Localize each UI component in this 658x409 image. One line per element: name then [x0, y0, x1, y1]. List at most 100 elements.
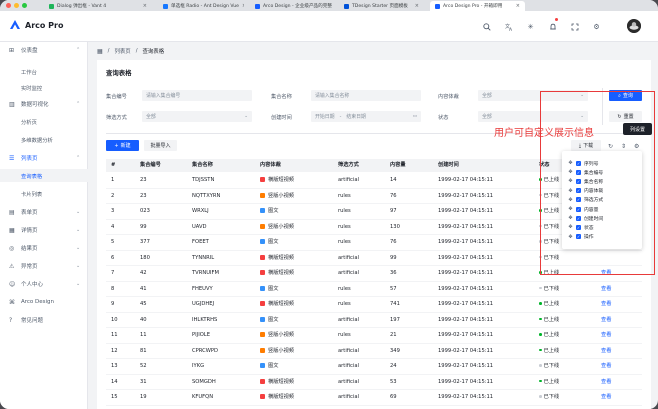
column-header: 集合编号 — [140, 162, 161, 168]
browser-tab[interactable]: 单选框 Radio - Ant Design Vue× — [158, 1, 244, 11]
content-type-cell: 横版短视频 — [260, 390, 294, 405]
app-logo[interactable]: Arco Pro — [9, 19, 63, 31]
detail-icon: ▦ — [9, 226, 15, 234]
sidebar-item[interactable]: 多维数据分析 — [0, 133, 88, 146]
created-time-cell: 1999-02-17 04:15:11 — [438, 363, 494, 369]
sidebar-group-user[interactable]: ☺ 个人中心 ⌄ — [0, 277, 88, 291]
filter-type-select[interactable]: 全部 ⌄ — [142, 111, 252, 122]
minimize-window-icon[interactable] — [14, 3, 19, 8]
sidebar-group-label: 数据可视化 — [21, 102, 49, 108]
maximize-window-icon[interactable] — [22, 3, 27, 8]
view-link[interactable]: 查看 — [601, 375, 611, 390]
sidebar-group-form[interactable]: ▤ 表单页 ⌄ — [0, 205, 88, 219]
sidebar-group-list[interactable]: ☰ 列表页 ⌃ — [0, 151, 88, 165]
status-cell: 已下线 — [539, 359, 559, 374]
tab-close-icon[interactable]: × — [516, 3, 520, 9]
sidebar-item[interactable]: 实时监控 — [0, 81, 88, 94]
filter-type-cell: rules — [338, 239, 351, 245]
image-text-icon — [260, 363, 265, 368]
filter-type-cell: rules — [338, 301, 351, 307]
collection-name-input[interactable]: 请输入集合名称 — [311, 90, 421, 101]
created-time-range[interactable]: 开始日期 - 结束日期 ▭ — [311, 111, 421, 122]
view-link[interactable]: 查看 — [601, 328, 611, 343]
chevron-up-icon: ⌃ — [76, 47, 81, 53]
filter-type-cell: rules — [338, 208, 351, 214]
sidebar-item-label: 多维数据分析 — [21, 137, 53, 144]
sidebar-item[interactable]: 卡片列表 — [0, 187, 88, 200]
content-type-cell: 竖版小视频 — [260, 189, 294, 204]
tab-title: Arco Design Pro - 开箱即用 — [443, 4, 503, 9]
status-dot — [539, 395, 542, 398]
date-range-separator: - — [339, 113, 342, 120]
view-link[interactable]: 查看 — [601, 390, 611, 405]
view-link[interactable]: 查看 — [601, 344, 611, 359]
browser-tab[interactable]: Arco Design - 企业级产品的完整× — [250, 1, 333, 11]
avatar[interactable] — [627, 19, 641, 33]
browser-tab[interactable]: Arco Design Pro - 开箱即用 × — [430, 1, 525, 11]
collection-name-cell: FHEUVY — [192, 285, 213, 292]
browser-tab[interactable]: TDesign Starter 页面模板 × — [339, 1, 424, 11]
sidebar-group-result[interactable]: ◎ 结果页 ⌄ — [0, 241, 88, 255]
view-link[interactable]: 查看 — [601, 297, 611, 312]
status-cell: 已上线 — [539, 344, 559, 359]
view-link[interactable]: 查看 — [601, 282, 611, 297]
collection-name-cell: SOMGDH — [192, 378, 216, 385]
view-link[interactable]: 查看 — [601, 359, 611, 374]
status-text: 已上线 — [543, 316, 560, 323]
result-icon: ◎ — [9, 244, 15, 252]
breadcrumb-level1[interactable]: 列表页 — [115, 47, 131, 55]
list-icon: ☰ — [9, 154, 15, 162]
sidebar-group-question[interactable]: ? 常见问题 — [0, 313, 88, 327]
sidebar-group-chart[interactable]: ▥ 数据可视化 ⌃ — [0, 97, 88, 111]
browser-tab[interactable]: Dialog 弹出框 - Vant 4 × — [44, 1, 152, 11]
row-index: 1 — [111, 177, 115, 183]
tab-favicon-icon — [163, 3, 168, 9]
bell-icon[interactable] — [546, 20, 559, 33]
row-index: 2 — [111, 192, 115, 199]
sidebar-group-dashboard[interactable]: ⊞ 仪表盘 ⌃ — [0, 43, 88, 57]
tab-close-icon[interactable]: × — [143, 3, 147, 9]
content-type-cell: 图文 — [260, 359, 278, 374]
filter-type-value: 全部 — [146, 114, 156, 120]
collection-id-cell: 52 — [140, 363, 147, 369]
tab-close-icon[interactable]: × — [415, 3, 419, 9]
breadcrumb-separator: / — [135, 48, 138, 54]
translate-icon[interactable]: 文A — [502, 20, 515, 33]
status-dot — [539, 317, 542, 321]
sidebar-group-detail[interactable]: ▦ 详情页 ⌄ — [0, 223, 88, 237]
collection-name-cell: UGJDHEJ — [192, 301, 215, 307]
sidebar-item[interactable]: 查询表格 — [0, 169, 88, 182]
sun-icon[interactable]: ✳ — [524, 20, 537, 33]
row-index: 12 — [111, 347, 118, 354]
filter-type-label: 筛选方式 — [106, 115, 127, 121]
collection-id-cell: 42 — [140, 270, 147, 276]
content-type-cell: 图文 — [260, 282, 278, 297]
collection-id-label: 集合编号 — [106, 94, 127, 100]
status-text: 已上线 — [543, 332, 560, 338]
fullscreen-icon[interactable] — [568, 20, 581, 33]
sidebar-item[interactable]: 分析页 — [0, 115, 88, 128]
sidebar-item-label: 实时监控 — [21, 85, 43, 92]
search-icon[interactable] — [480, 20, 493, 33]
close-window-icon[interactable] — [6, 3, 11, 8]
new-button[interactable]: + 新建 — [106, 140, 139, 151]
tab-close-icon[interactable]: × — [242, 3, 244, 9]
tab-favicon-icon — [344, 3, 349, 9]
content-type-text: 竖版小视频 — [268, 347, 294, 354]
sidebar-group-exception[interactable]: ⚠ 异常页 ⌄ — [0, 259, 88, 273]
content-count-cell: 76 — [390, 192, 397, 199]
content-count-cell: 99 — [390, 254, 397, 261]
filter-type-cell: rules — [338, 285, 351, 292]
breadcrumb-separator: / — [107, 48, 110, 54]
collection-id-input[interactable]: 请输入集合编号 — [142, 90, 252, 101]
sidebar-item[interactable]: 工作台 — [0, 65, 88, 78]
content-type-cell: 横版短视频 — [260, 173, 294, 188]
chevron-up-icon: ⌃ — [76, 101, 81, 107]
breadcrumb-home-icon[interactable]: ▦ — [97, 48, 103, 55]
collection-id-cell: 99 — [140, 223, 147, 230]
status-cell: 已下线 — [539, 282, 559, 297]
settings-icon[interactable]: ⚙ — [590, 20, 603, 33]
batch-import-button[interactable]: 批量导入 — [144, 140, 177, 151]
sidebar-group-link[interactable]: ⌘ Arco Design — [0, 295, 88, 309]
view-link[interactable]: 查看 — [601, 313, 611, 328]
